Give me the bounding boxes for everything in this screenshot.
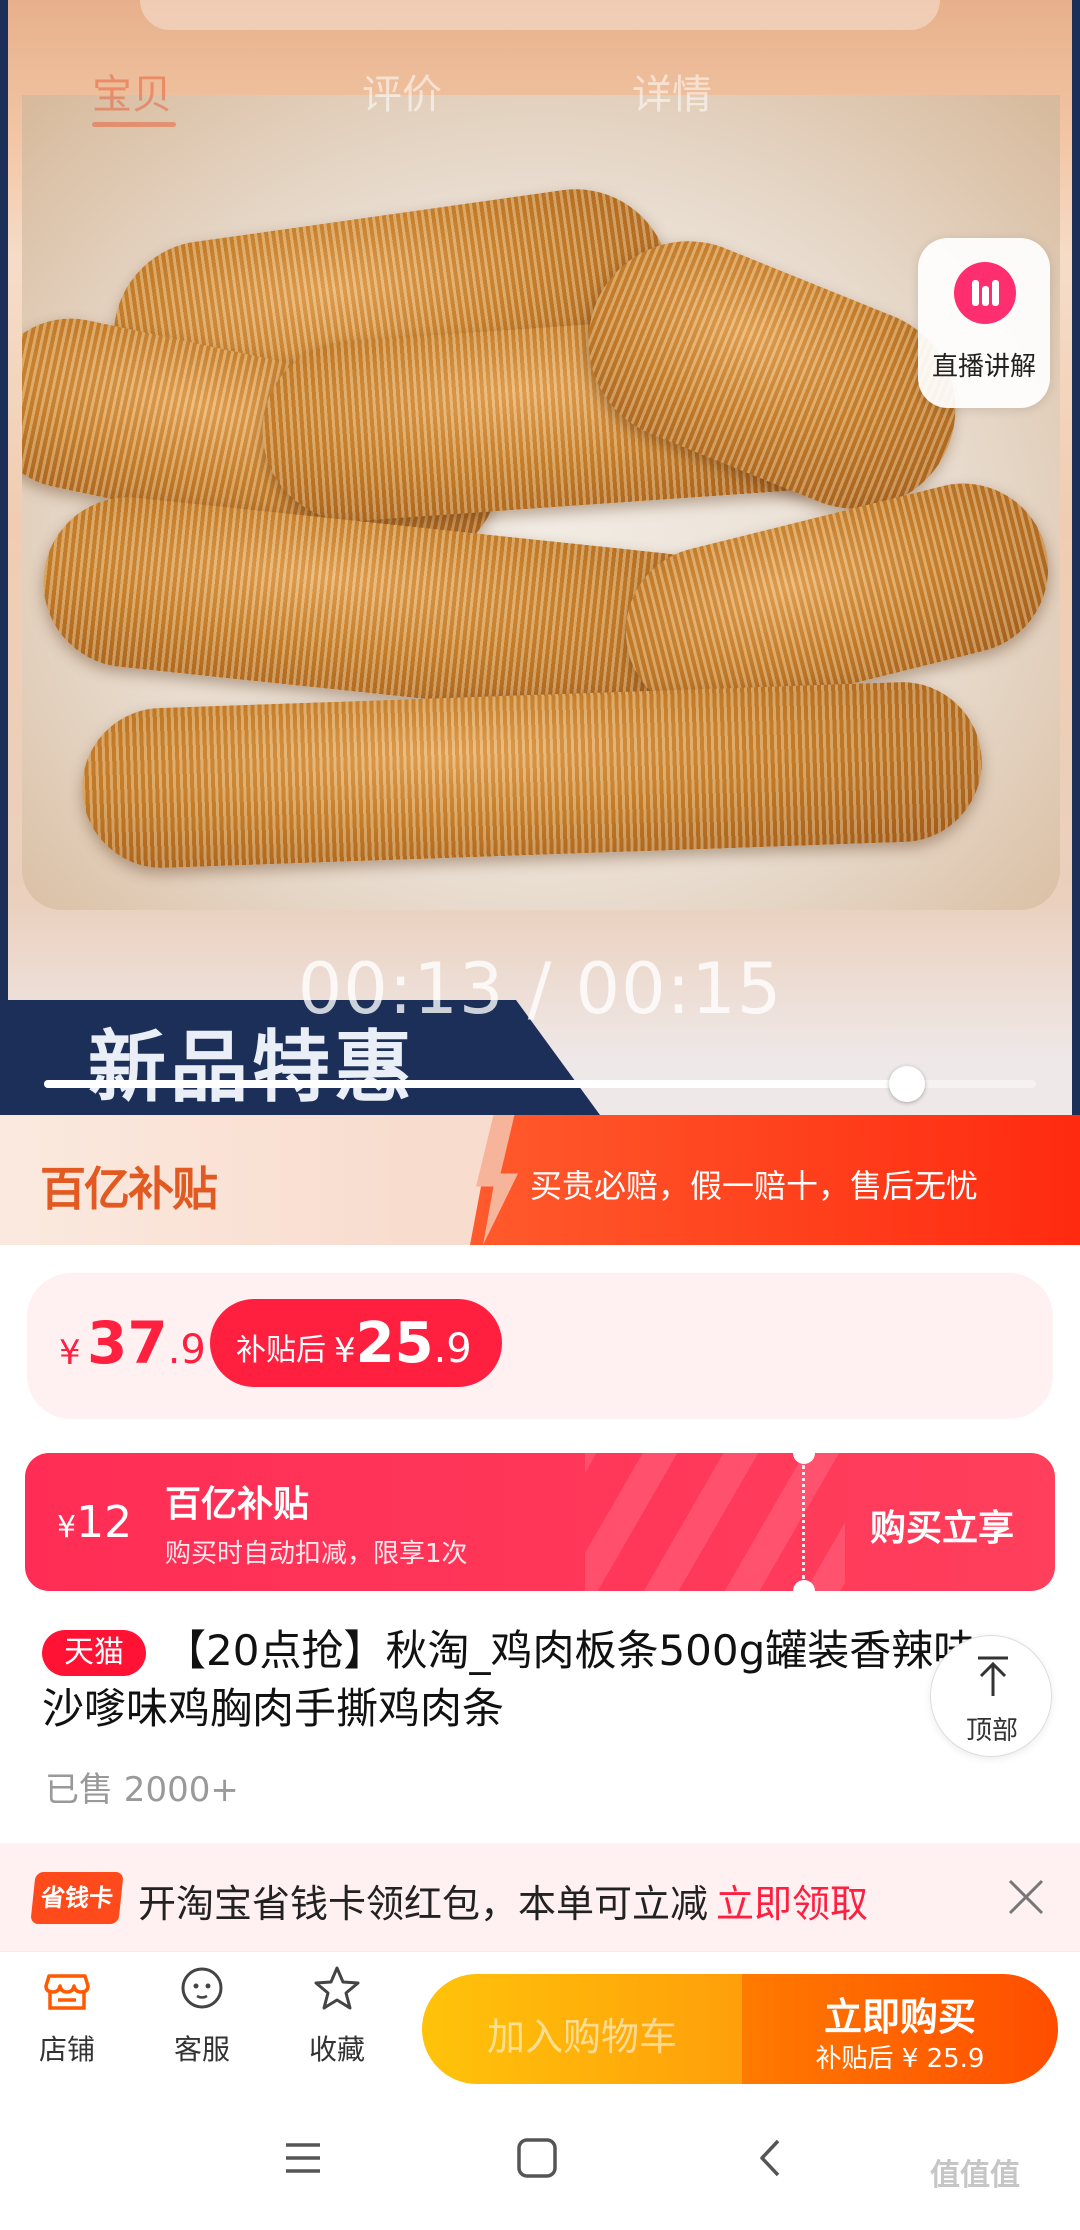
arrow-up-icon	[978, 1656, 1008, 1696]
video-progress-bar[interactable]	[44, 1066, 1036, 1102]
video-progress-fill	[44, 1080, 908, 1088]
coupon-action-button[interactable]: 购买立享	[870, 1499, 1014, 1551]
shop-icon	[44, 1974, 90, 2010]
subsidy-slogan: 买贵必赔，假一赔十，售后无忧	[530, 1167, 979, 1205]
home-icon[interactable]	[512, 2133, 562, 2183]
subsidy-banner[interactable]: 百亿补贴 买贵必赔，假一赔十，售后无忧	[0, 1115, 1080, 1245]
shop-label: 店铺	[38, 2033, 95, 2066]
header-overlay	[140, 0, 940, 30]
coupon-subtitle: 购买时自动扣减，限享1次	[165, 1539, 468, 1569]
saving-card-badge: 省钱卡	[30, 1872, 124, 1924]
back-to-top-button[interactable]: 顶部	[930, 1635, 1052, 1757]
sold-count: 已售 2000+	[45, 1770, 239, 1810]
product-photo[interactable]	[22, 95, 1060, 910]
coupon-divider	[802, 1465, 805, 1579]
tab-underline	[92, 122, 176, 127]
tab-reviews[interactable]: 评价	[362, 62, 442, 120]
subsidy-coupon[interactable]: ¥12 百亿补贴 购买时自动扣减，限享1次 购买立享	[25, 1453, 1055, 1591]
chat-face-icon	[181, 1967, 223, 2009]
coupon-amount: ¥12	[57, 1497, 133, 1548]
product-media[interactable]: 宝贝 评价 详情 直播讲解 新品特惠 00:13 / 00:15	[0, 0, 1080, 1115]
claim-link[interactable]: 立即领取	[716, 1882, 868, 1926]
tab-details[interactable]: 详情	[632, 62, 712, 120]
price-value: 37.9	[87, 1309, 206, 1377]
buy-now-button[interactable]: 立即购买 补贴后 ¥ 25.9	[742, 1974, 1058, 2084]
subsidized-price-label: 补贴后	[236, 1333, 326, 1368]
saving-card-banner[interactable]: 省钱卡 开淘宝省钱卡领红包，本单可立减 立即领取	[0, 1843, 1080, 1951]
live-bars-icon	[954, 262, 1016, 324]
add-to-cart-label: 加入购物车	[486, 2015, 677, 2059]
star-icon	[314, 1966, 360, 2010]
back-icon[interactable]	[746, 2133, 796, 2183]
subsidized-price-badge: 补贴后 ¥25.9	[210, 1299, 502, 1387]
watermark: 值值值	[930, 2158, 1020, 2193]
customer-service-label: 客服	[173, 2033, 230, 2066]
subsidized-price-value: ¥25.9	[334, 1311, 472, 1376]
live-explain-label: 直播讲解	[931, 352, 1036, 382]
price-currency: ¥	[59, 1333, 81, 1373]
bottom-action-bar: 店铺 客服 收藏 加入购物车 立即购买 补贴后 ¥ 25.9	[0, 1951, 1080, 2091]
system-navigation-bar	[0, 2091, 1080, 2230]
tab-item[interactable]: 宝贝	[92, 62, 172, 120]
menu-icon[interactable]	[278, 2133, 328, 2183]
top-tab-bar: 宝贝 评价 详情	[0, 40, 1080, 140]
close-icon[interactable]	[1006, 1877, 1046, 1917]
tmall-badge: 天猫	[42, 1630, 146, 1676]
add-to-cart-button[interactable]: 加入购物车	[422, 1974, 742, 2084]
customer-service-button[interactable]: 客服	[147, 1964, 257, 2084]
buy-now-label: 立即购买	[823, 1995, 976, 2039]
coupon-title: 百亿补贴	[165, 1484, 310, 1525]
back-to-top-label: 顶部	[965, 1716, 1018, 1746]
price-card: ¥ 37.9 补贴后 ¥25.9	[27, 1273, 1053, 1419]
subsidy-logo: 百亿补贴	[40, 1162, 218, 1216]
video-time: 00:13 / 00:15	[297, 948, 783, 1030]
favorite-label: 收藏	[308, 2033, 365, 2066]
favorite-button[interactable]: 收藏	[282, 1964, 392, 2084]
live-explain-button[interactable]: 直播讲解	[918, 238, 1050, 408]
video-progress-handle[interactable]	[889, 1066, 926, 1102]
shop-button[interactable]: 店铺	[12, 1964, 122, 2084]
saving-card-text: 开淘宝省钱卡领红包，本单可立减 立即领取	[138, 1882, 869, 1926]
product-title: 【20点抢】秋淘_鸡肉板条500g罐装香辣味沙嗲味鸡胸肉手撕鸡肉条	[42, 1626, 976, 1733]
buy-now-subtitle: 补贴后 ¥ 25.9	[815, 2044, 985, 2074]
